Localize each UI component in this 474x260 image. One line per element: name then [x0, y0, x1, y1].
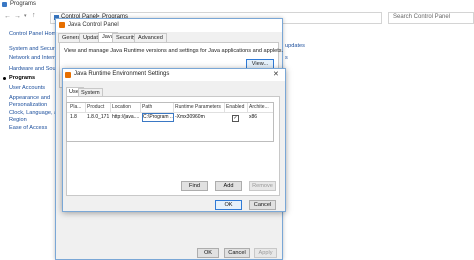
close-icon[interactable]: ✕: [273, 70, 279, 78]
column-divider: [110, 103, 111, 112]
column-header-runtime-parameters[interactable]: Runtime Parameters: [175, 104, 223, 111]
search-input[interactable]: Search Control Panel: [388, 12, 474, 24]
add-button[interactable]: Add: [215, 181, 242, 191]
up-arrow-icon[interactable]: ↑: [32, 12, 36, 19]
column-header-platform[interactable]: Pla...: [70, 104, 84, 111]
java-icon: [59, 22, 65, 28]
cell-location[interactable]: http://java....: [112, 114, 139, 121]
search-placeholder: Search Control Panel: [393, 14, 451, 20]
sidebar-item-hardware[interactable]: Hardware and Sound: [9, 66, 62, 72]
forward-arrow-icon[interactable]: →: [14, 13, 21, 20]
cell-path-editor[interactable]: C:\Program ...: [142, 113, 174, 122]
jcp-ok-button[interactable]: OK: [197, 248, 219, 258]
column-header-location[interactable]: Location: [112, 104, 139, 111]
back-arrow-icon[interactable]: ←: [4, 13, 11, 20]
sidebar-item-personalization[interactable]: Personalization: [9, 102, 47, 108]
window-title: Programs: [10, 1, 37, 7]
control-panel-icon: [2, 2, 7, 7]
sidebar-item-appearance[interactable]: Appearance and: [9, 95, 50, 101]
sidebar-item-ease-of-access[interactable]: Ease of Access: [9, 125, 47, 131]
cell-platform[interactable]: 1.8: [70, 114, 84, 121]
column-divider: [140, 103, 141, 112]
cell-runtime-parameters[interactable]: -Xmx30960m: [175, 114, 223, 121]
partial-link-updates[interactable]: updates: [285, 43, 305, 49]
control-panel-titlebar: Programs: [0, 0, 474, 10]
jre-ok-button[interactable]: OK: [215, 200, 242, 210]
chevron-down-icon[interactable]: ▾: [24, 13, 27, 19]
java-description: View and manage Java Runtime versions an…: [64, 48, 284, 54]
sidebar-item-programs[interactable]: Programs: [9, 75, 35, 81]
find-button[interactable]: Find: [181, 181, 208, 191]
remove-button[interactable]: Remove: [249, 181, 276, 191]
jre-table[interactable]: Pla... Product Location Path Runtime Par…: [66, 102, 274, 142]
jre-settings-dialog: Java Runtime Environment Settings ✕ User…: [62, 68, 286, 212]
cell-architecture[interactable]: x86: [249, 114, 271, 121]
sidebar-item-home[interactable]: Control Panel Home: [9, 31, 59, 37]
sidebar-item-user-accounts[interactable]: User Accounts: [9, 85, 45, 91]
jre-titlebar: Java Runtime Environment Settings ✕: [63, 69, 285, 81]
column-divider: [247, 103, 248, 112]
jcp-apply-button[interactable]: Apply: [254, 248, 277, 258]
jre-cancel-button[interactable]: Cancel: [249, 200, 276, 210]
jre-title: Java Runtime Environment Settings: [74, 71, 170, 77]
active-bullet-icon: [3, 77, 6, 80]
partial-link-s[interactable]: s: [285, 55, 288, 61]
jcp-title: Java Control Panel: [68, 22, 119, 28]
sidebar-item-network[interactable]: Network and Internet: [9, 55, 61, 61]
column-divider: [173, 103, 174, 112]
column-header-enabled[interactable]: Enabled: [226, 104, 246, 111]
jcp-titlebar: Java Control Panel: [56, 19, 282, 32]
java-icon: [65, 72, 71, 78]
cell-product[interactable]: 1.8.0_171: [87, 114, 109, 121]
sidebar-item-region[interactable]: Region: [9, 117, 27, 123]
column-divider: [85, 103, 86, 112]
jcp-cancel-button[interactable]: Cancel: [224, 248, 250, 258]
sidebar-item-system-security[interactable]: System and Security: [9, 46, 60, 52]
column-divider: [224, 103, 225, 112]
column-header-architecture[interactable]: Archite...: [249, 104, 271, 111]
enabled-checkbox[interactable]: ✓: [232, 115, 239, 122]
column-header-path[interactable]: Path: [142, 104, 172, 111]
column-header-product[interactable]: Product: [87, 104, 109, 111]
